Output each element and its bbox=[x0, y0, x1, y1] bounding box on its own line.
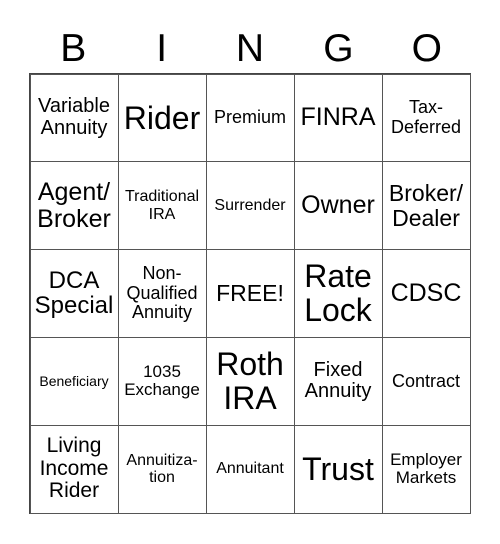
bingo-cell[interactable]: Roth IRA bbox=[205, 336, 295, 426]
header-letter-b: B bbox=[60, 27, 87, 70]
bingo-cell-text: FREE! bbox=[216, 280, 284, 307]
bingo-grid: Variable Annuity Rider Premium FINRA Tax- De… bbox=[29, 73, 471, 514]
bingo-cell-text: DCA Special bbox=[34, 266, 114, 320]
bingo-cell-text: Surrender bbox=[214, 197, 286, 215]
bingo-cell-text: Broker/ Dealer bbox=[388, 179, 464, 231]
bingo-cell[interactable]: Variable Annuity bbox=[29, 73, 119, 163]
bingo-cell-text: Fixed Annuity bbox=[304, 358, 372, 403]
bingo-cell[interactable]: Rate Lock bbox=[293, 249, 383, 338]
bingo-cell[interactable]: FINRA bbox=[293, 73, 383, 163]
bingo-cell[interactable]: Surrender bbox=[205, 161, 295, 251]
bingo-cell-text: Living Income Rider bbox=[39, 434, 109, 503]
bingo-cell[interactable]: Agent/ Broker bbox=[29, 161, 119, 251]
bingo-cell-text: Beneficiary bbox=[39, 372, 109, 389]
bingo-cell-text: Rider bbox=[123, 99, 201, 136]
bingo-cell[interactable]: Trust bbox=[293, 424, 383, 514]
bingo-cell[interactable]: DCA Special bbox=[29, 249, 119, 338]
bingo-header: B I N G O bbox=[29, 26, 471, 72]
bingo-cell[interactable]: FREE! bbox=[205, 249, 295, 338]
bingo-cell[interactable]: Non- Qualified Annuity bbox=[117, 249, 207, 338]
bingo-cell[interactable]: Beneficiary bbox=[29, 336, 119, 426]
header-letter-i: I bbox=[156, 27, 168, 70]
bingo-cell[interactable]: Annuitiza- tion bbox=[117, 424, 207, 514]
header-letter-n: N bbox=[235, 27, 265, 70]
header-letter-o: O bbox=[411, 27, 442, 70]
bingo-cell-text: Traditional IRA bbox=[124, 188, 200, 223]
bingo-cell[interactable]: Employer Markets bbox=[381, 424, 471, 514]
bingo-cell-text: Annuitiza- tion bbox=[126, 451, 198, 487]
bingo-cell[interactable]: Fixed Annuity bbox=[293, 336, 383, 426]
bingo-cell-text: 1035 Exchange bbox=[124, 361, 200, 400]
bingo-cell[interactable]: Broker/ Dealer bbox=[381, 161, 471, 251]
bingo-cell[interactable]: CDSC bbox=[381, 249, 471, 338]
bingo-cell[interactable]: Traditional IRA bbox=[117, 161, 207, 251]
bingo-cell[interactable]: Living Income Rider bbox=[29, 424, 119, 514]
bingo-cell-text: Owner bbox=[301, 191, 375, 220]
bingo-cell[interactable]: Tax- Deferred bbox=[381, 73, 471, 163]
bingo-cell-text: Variable Annuity bbox=[38, 95, 110, 139]
bingo-cell-text: CDSC bbox=[390, 278, 462, 307]
bingo-cell-text: FINRA bbox=[300, 103, 376, 132]
bingo-cell-text: Agent/ Broker bbox=[37, 177, 111, 233]
bingo-cell[interactable]: Annuitant bbox=[205, 424, 295, 514]
bingo-cell-text: Tax- Deferred bbox=[390, 97, 462, 137]
bingo-cell-text: Premium bbox=[213, 107, 286, 128]
bingo-cell-text: Non- Qualified Annuity bbox=[126, 263, 198, 323]
bingo-cell-text: Roth IRA bbox=[216, 345, 284, 417]
bingo-cell[interactable]: Premium bbox=[205, 73, 295, 163]
header-letter-g: G bbox=[323, 27, 354, 70]
bingo-cell[interactable]: Contract bbox=[381, 336, 471, 426]
bingo-cell[interactable]: 1035 Exchange bbox=[117, 336, 207, 426]
bingo-cell-text: Contract bbox=[391, 370, 461, 391]
bingo-cell-text: Trust bbox=[302, 450, 374, 487]
bingo-cell-text: Annuitant bbox=[216, 460, 284, 478]
bingo-cell[interactable]: Owner bbox=[293, 161, 383, 251]
bingo-cell-text: Rate Lock bbox=[304, 257, 372, 329]
bingo-cell-text: Employer Markets bbox=[390, 449, 462, 488]
bingo-cell[interactable]: Rider bbox=[117, 73, 207, 163]
